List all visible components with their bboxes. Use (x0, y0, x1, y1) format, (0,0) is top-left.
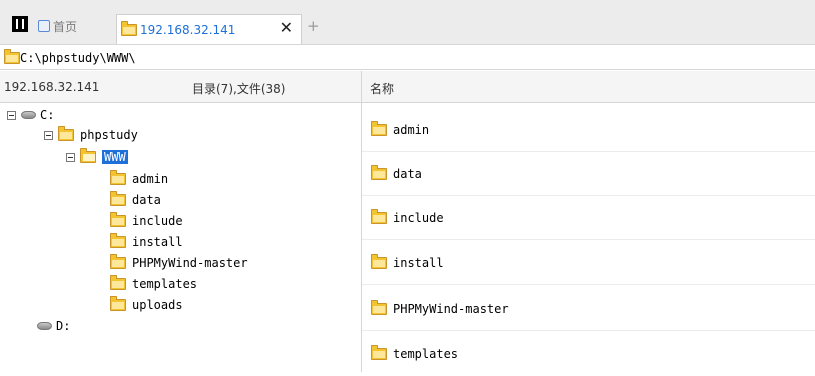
folder-icon (371, 345, 387, 360)
tab-bar: 首页 192.168.32.141 ✕ + (0, 0, 815, 45)
tree-node-label: include (132, 214, 183, 228)
tree-node-phpstudy[interactable]: phpstudy (44, 126, 138, 144)
item-count-label: 目录(7),文件(38) (192, 82, 286, 96)
tree-node-label: PHPMyWind-master (132, 256, 248, 270)
folder-icon (110, 191, 126, 206)
tree-node-label: uploads (132, 298, 183, 312)
column-header: 192.168.32.141 目录(7),文件(38) 名称 (0, 71, 815, 103)
tree-node-www[interactable]: WWW (66, 148, 128, 166)
home-tab-icon (38, 20, 50, 32)
tree-node-label: phpstudy (80, 128, 138, 142)
list-item-label: admin (393, 122, 430, 137)
tree-node-uploads[interactable]: uploads (110, 296, 183, 314)
tree-node-admin[interactable]: admin (110, 170, 168, 188)
list-item-label: PHPMyWind-master (393, 301, 509, 316)
list-item-label: templates (393, 347, 459, 361)
collapse-toggle-icon[interactable] (44, 130, 53, 140)
list-item[interactable]: PHPMyWind-master (362, 287, 815, 331)
directory-tree: C: phpstudy WWW admin data include insta… (0, 104, 360, 372)
folder-icon (371, 253, 387, 269)
collapse-toggle-icon[interactable] (66, 152, 75, 162)
folder-icon (110, 275, 126, 290)
tree-node-install[interactable]: install (110, 233, 183, 251)
tree-node-include[interactable]: include (110, 212, 183, 230)
tab-home-label: 首页 (53, 19, 78, 34)
tree-node-label: C: (40, 108, 55, 122)
tree-node-drive-c[interactable]: C: (7, 106, 54, 124)
close-tab-icon[interactable]: ✕ (280, 18, 293, 37)
list-item[interactable]: admin (362, 108, 815, 152)
folder-icon (110, 233, 126, 248)
list-item[interactable]: install (362, 241, 815, 285)
path-input[interactable]: C:\phpstudy\WWW\ (20, 51, 136, 65)
list-item-label: install (393, 255, 444, 270)
folder-icon (58, 126, 74, 141)
tree-node-label: install (132, 235, 183, 249)
list-item[interactable]: templates (362, 332, 815, 376)
folder-icon (110, 296, 126, 311)
folder-icon (110, 254, 126, 269)
tab-active-connection[interactable]: 192.168.32.141 ✕ (116, 14, 302, 44)
folder-icon (371, 120, 387, 136)
tree-node-phpmywind-master[interactable]: PHPMyWind-master (110, 254, 248, 272)
folder-icon (121, 20, 137, 36)
tree-node-data[interactable]: data (110, 191, 161, 209)
tab-active-label: 192.168.32.141 (140, 22, 236, 37)
list-item-label: include (393, 210, 444, 225)
tree-node-label: admin (132, 172, 169, 186)
name-column-header[interactable]: 名称 (370, 80, 394, 97)
folder-icon (4, 49, 20, 64)
tab-home[interactable]: 首页 (38, 15, 77, 37)
tree-node-label: data (132, 193, 161, 207)
tree-node-drive-d[interactable]: D: (37, 317, 70, 335)
list-item[interactable]: data (362, 152, 815, 196)
file-list: admin data include install PHPMyWind-mas… (362, 104, 815, 372)
folder-icon (371, 164, 387, 180)
drive-icon (37, 322, 52, 330)
folder-open-icon (80, 148, 96, 163)
add-tab-button[interactable]: + (307, 17, 320, 35)
folder-icon (110, 170, 126, 185)
tree-node-label: D: (56, 319, 71, 333)
list-item-label: data (393, 166, 422, 181)
folder-icon (110, 212, 126, 227)
collapse-toggle-icon[interactable] (7, 110, 16, 120)
tree-node-templates[interactable]: templates (110, 275, 197, 293)
path-bar[interactable]: C:\phpstudy\WWW\ (0, 46, 815, 70)
folder-icon (371, 208, 387, 224)
drive-icon (21, 111, 36, 119)
tree-node-label: templates (132, 277, 198, 291)
folder-icon (371, 299, 387, 315)
host-label: 192.168.32.141 (4, 80, 100, 94)
list-item[interactable]: include (362, 196, 815, 240)
tree-node-label-selected: WWW (102, 150, 128, 164)
app-menu-icon[interactable] (12, 16, 28, 32)
